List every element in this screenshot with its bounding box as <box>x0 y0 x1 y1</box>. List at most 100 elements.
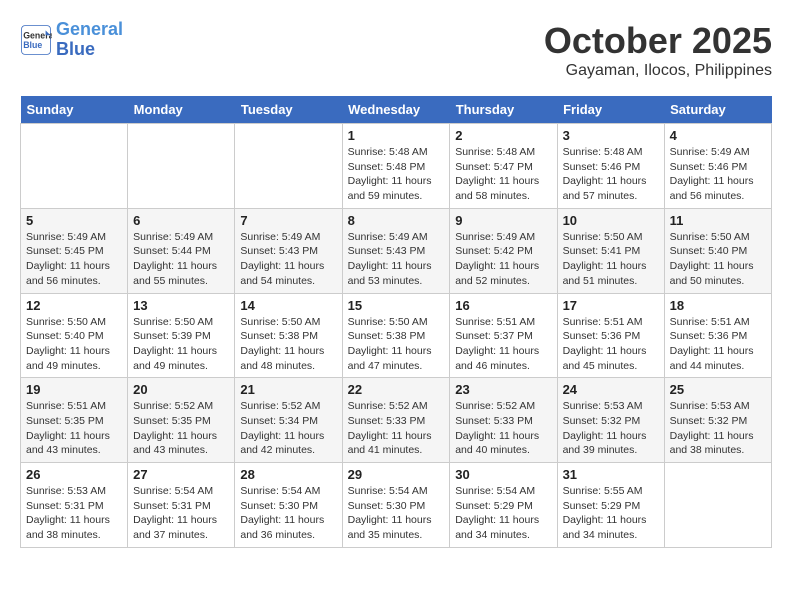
day-number: 1 <box>348 128 445 143</box>
day-info: Sunrise: 5:49 AMSunset: 5:42 PMDaylight:… <box>455 230 551 289</box>
day-number: 24 <box>563 382 659 397</box>
calendar-cell: 8 Sunrise: 5:49 AMSunset: 5:43 PMDaylight… <box>342 208 450 293</box>
calendar-cell <box>21 124 128 209</box>
weekday-header-thursday: Thursday <box>450 96 557 124</box>
week-row-2: 5Sunrise: 5:49 AMSunset: 5:45 PMDaylight… <box>21 208 772 293</box>
day-number: 22 <box>348 382 445 397</box>
day-info: Sunrise: 5:50 AMSunset: 5:40 PMDaylight:… <box>670 230 766 289</box>
calendar-cell <box>235 124 342 209</box>
day-number: 10 <box>563 213 659 228</box>
calendar-cell <box>128 124 235 209</box>
weekday-header-saturday: Saturday <box>664 96 771 124</box>
day-info: Sunrise: 5:50 AMSunset: 5:41 PMDaylight:… <box>563 230 659 289</box>
calendar-cell: 4Sunrise: 5:49 AMSunset: 5:46 PMDaylight… <box>664 124 771 209</box>
day-info: Sunrise: 5:52 AMSunset: 5:33 PMDaylight:… <box>348 399 445 458</box>
calendar-cell: 26Sunrise: 5:53 AMSunset: 5:31 PMDayligh… <box>21 463 128 548</box>
day-number: 16 <box>455 298 551 313</box>
day-info: Sunrise: 5:48 AMSunset: 5:47 PMDaylight:… <box>455 145 551 204</box>
day-number: 14 <box>240 298 336 313</box>
calendar-cell: 5Sunrise: 5:49 AMSunset: 5:45 PMDaylight… <box>21 208 128 293</box>
day-info: Sunrise: 5:53 AMSunset: 5:32 PMDaylight:… <box>563 399 659 458</box>
calendar-cell: 13 Sunrise: 5:50 AMSunset: 5:39 PMDayligh… <box>128 293 235 378</box>
calendar-cell: 12Sunrise: 5:50 AMSunset: 5:40 PMDayligh… <box>21 293 128 378</box>
calendar-cell: 30 Sunrise: 5:54 AMSunset: 5:29 PMDayligh… <box>450 463 557 548</box>
calendar-cell: 2Sunrise: 5:48 AMSunset: 5:47 PMDaylight… <box>450 124 557 209</box>
day-number: 30 <box>455 467 551 482</box>
day-number: 13 <box>133 298 229 313</box>
month-title: October 2025 <box>544 20 772 62</box>
day-info: Sunrise: 5:51 AMSunset: 5:37 PMDaylight:… <box>455 315 551 374</box>
week-row-5: 26Sunrise: 5:53 AMSunset: 5:31 PMDayligh… <box>21 463 772 548</box>
day-number: 3 <box>563 128 659 143</box>
day-info: Sunrise: 5:54 AMSunset: 5:31 PMDaylight:… <box>133 484 229 543</box>
calendar-cell: 11 Sunrise: 5:50 AMSunset: 5:40 PMDayligh… <box>664 208 771 293</box>
day-info: Sunrise: 5:55 AMSunset: 5:29 PMDaylight:… <box>563 484 659 543</box>
day-number: 20 <box>133 382 229 397</box>
logo: General Blue GeneralBlue <box>20 20 123 60</box>
day-info: Sunrise: 5:52 AMSunset: 5:35 PMDaylight:… <box>133 399 229 458</box>
day-number: 8 <box>348 213 445 228</box>
calendar-cell: 6 Sunrise: 5:49 AMSunset: 5:44 PMDaylight… <box>128 208 235 293</box>
day-info: Sunrise: 5:50 AMSunset: 5:38 PMDaylight:… <box>240 315 336 374</box>
calendar-cell: 29Sunrise: 5:54 AMSunset: 5:30 PMDayligh… <box>342 463 450 548</box>
calendar-cell: 3 Sunrise: 5:48 AMSunset: 5:46 PMDaylight… <box>557 124 664 209</box>
day-info: Sunrise: 5:50 AMSunset: 5:39 PMDaylight:… <box>133 315 229 374</box>
calendar-cell: 28Sunrise: 5:54 AMSunset: 5:30 PMDayligh… <box>235 463 342 548</box>
day-info: Sunrise: 5:48 AMSunset: 5:46 PMDaylight:… <box>563 145 659 204</box>
week-row-3: 12Sunrise: 5:50 AMSunset: 5:40 PMDayligh… <box>21 293 772 378</box>
day-info: Sunrise: 5:49 AMSunset: 5:46 PMDaylight:… <box>670 145 766 204</box>
calendar-cell: 21 Sunrise: 5:52 AMSunset: 5:34 PMDayligh… <box>235 378 342 463</box>
svg-text:General: General <box>23 30 52 40</box>
day-number: 18 <box>670 298 766 313</box>
calendar-cell: 24 Sunrise: 5:53 AMSunset: 5:32 PMDayligh… <box>557 378 664 463</box>
day-info: Sunrise: 5:48 AMSunset: 5:48 PMDaylight:… <box>348 145 445 204</box>
calendar: SundayMondayTuesdayWednesdayThursdayFrid… <box>20 96 772 548</box>
week-row-1: 1 Sunrise: 5:48 AMSunset: 5:48 PMDaylight… <box>21 124 772 209</box>
calendar-cell: 22 Sunrise: 5:52 AMSunset: 5:33 PMDayligh… <box>342 378 450 463</box>
day-info: Sunrise: 5:49 AMSunset: 5:45 PMDaylight:… <box>26 230 122 289</box>
day-info: Sunrise: 5:50 AMSunset: 5:38 PMDaylight:… <box>348 315 445 374</box>
day-info: Sunrise: 5:52 AMSunset: 5:34 PMDaylight:… <box>240 399 336 458</box>
calendar-cell: 25 Sunrise: 5:53 AMSunset: 5:32 PMDayligh… <box>664 378 771 463</box>
calendar-cell: 27 Sunrise: 5:54 AMSunset: 5:31 PMDayligh… <box>128 463 235 548</box>
calendar-cell: 20 Sunrise: 5:52 AMSunset: 5:35 PMDayligh… <box>128 378 235 463</box>
calendar-cell: 31 Sunrise: 5:55 AMSunset: 5:29 PMDayligh… <box>557 463 664 548</box>
calendar-cell: 18 Sunrise: 5:51 AMSunset: 5:36 PMDayligh… <box>664 293 771 378</box>
day-number: 21 <box>240 382 336 397</box>
calendar-cell: 9 Sunrise: 5:49 AMSunset: 5:42 PMDaylight… <box>450 208 557 293</box>
day-number: 6 <box>133 213 229 228</box>
day-number: 11 <box>670 213 766 228</box>
weekday-header-tuesday: Tuesday <box>235 96 342 124</box>
day-number: 26 <box>26 467 122 482</box>
calendar-cell: 19 Sunrise: 5:51 AMSunset: 5:35 PMDayligh… <box>21 378 128 463</box>
week-row-4: 19 Sunrise: 5:51 AMSunset: 5:35 PMDayligh… <box>21 378 772 463</box>
logo-icon: General Blue <box>20 24 52 56</box>
day-info: Sunrise: 5:54 AMSunset: 5:30 PMDaylight:… <box>348 484 445 543</box>
page-header: General Blue GeneralBlue October 2025 Ga… <box>20 20 772 80</box>
day-number: 19 <box>26 382 122 397</box>
weekday-header-sunday: Sunday <box>21 96 128 124</box>
day-number: 9 <box>455 213 551 228</box>
location: Gayaman, Ilocos, Philippines <box>544 62 772 80</box>
weekday-header-monday: Monday <box>128 96 235 124</box>
day-info: Sunrise: 5:51 AMSunset: 5:36 PMDaylight:… <box>670 315 766 374</box>
weekday-header-wednesday: Wednesday <box>342 96 450 124</box>
day-info: Sunrise: 5:51 AMSunset: 5:35 PMDaylight:… <box>26 399 122 458</box>
calendar-cell: 16 Sunrise: 5:51 AMSunset: 5:37 PMDayligh… <box>450 293 557 378</box>
day-info: Sunrise: 5:51 AMSunset: 5:36 PMDaylight:… <box>563 315 659 374</box>
day-info: Sunrise: 5:54 AMSunset: 5:29 PMDaylight:… <box>455 484 551 543</box>
weekday-header-friday: Friday <box>557 96 664 124</box>
day-info: Sunrise: 5:49 AMSunset: 5:44 PMDaylight:… <box>133 230 229 289</box>
day-number: 27 <box>133 467 229 482</box>
day-info: Sunrise: 5:49 AMSunset: 5:43 PMDaylight:… <box>348 230 445 289</box>
day-info: Sunrise: 5:49 AMSunset: 5:43 PMDaylight:… <box>240 230 336 289</box>
day-info: Sunrise: 5:53 AMSunset: 5:32 PMDaylight:… <box>670 399 766 458</box>
day-number: 15 <box>348 298 445 313</box>
calendar-cell: 17Sunrise: 5:51 AMSunset: 5:36 PMDayligh… <box>557 293 664 378</box>
day-number: 25 <box>670 382 766 397</box>
calendar-cell <box>664 463 771 548</box>
day-number: 31 <box>563 467 659 482</box>
weekday-header-row: SundayMondayTuesdayWednesdayThursdayFrid… <box>21 96 772 124</box>
calendar-cell: 10 Sunrise: 5:50 AMSunset: 5:41 PMDayligh… <box>557 208 664 293</box>
day-number: 28 <box>240 467 336 482</box>
